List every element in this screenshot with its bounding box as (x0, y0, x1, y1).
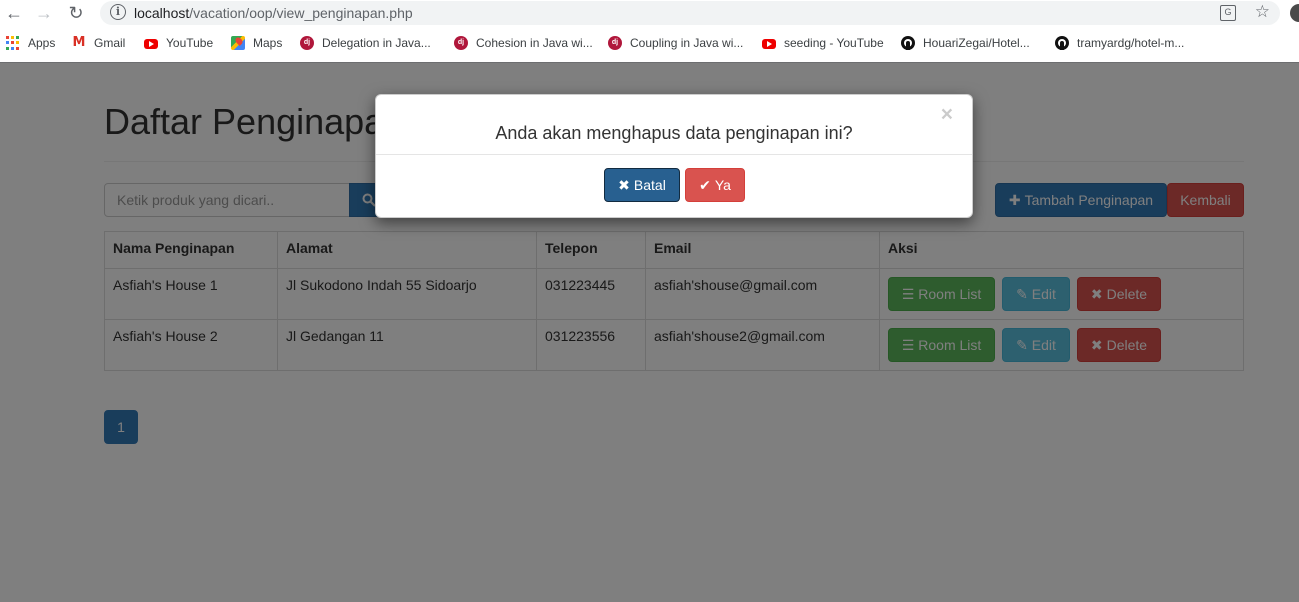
modal-title: Anda akan menghapus data penginapan ini? (495, 123, 853, 143)
bookmark-delegation[interactable]: dj Delegation in Java... (300, 36, 431, 50)
bookmark-seeding[interactable]: seeding - YouTube (762, 36, 884, 50)
delete-confirm-modal: × Anda akan menghapus data penginapan in… (375, 94, 973, 218)
forward-arrow-icon[interactable]: → (34, 3, 54, 23)
maps-icon (231, 36, 245, 50)
bookmark-tramyardg[interactable]: tramyardg/hotel-m... (1055, 36, 1184, 50)
github-icon (1055, 36, 1069, 50)
cancel-button[interactable]: ✖ Batal (604, 168, 680, 202)
modal-divider (376, 154, 972, 155)
bookmark-cohesion[interactable]: dj Cohesion in Java wi... (454, 36, 593, 50)
confirm-button[interactable]: ✔ Ya (685, 168, 745, 202)
bookmarks-bar: Apps M Gmail YouTube Maps dj Delegation … (0, 30, 1299, 58)
remove-icon: ✖ (618, 178, 630, 194)
bookmark-label: seeding - YouTube (784, 36, 884, 50)
reload-icon[interactable]: ↻ (66, 3, 86, 23)
django-icon: dj (454, 36, 468, 50)
bookmark-label: Apps (28, 36, 56, 50)
bookmark-label: YouTube (166, 36, 214, 50)
bookmark-label: Coupling in Java wi... (630, 36, 744, 50)
bookmark-youtube[interactable]: YouTube (144, 36, 213, 50)
bookmark-label: Maps (253, 36, 283, 50)
bookmark-gmail[interactable]: M Gmail (72, 35, 126, 51)
bookmark-label: HouariZegai/Hotel... (923, 36, 1030, 50)
address-bar[interactable]: i localhost/vacation/oop/view_penginapan… (100, 1, 1280, 25)
check-icon: ✔ (699, 178, 711, 194)
url-path: /vacation/oop/view_penginapan.php (189, 5, 413, 21)
cancel-label: Batal (633, 177, 666, 193)
url-text[interactable]: localhost/vacation/oop/view_penginapan.p… (134, 5, 413, 21)
github-icon (901, 36, 915, 50)
youtube-icon (144, 39, 158, 49)
url-host: localhost (134, 5, 190, 21)
browser-toolbar: ← → ↻ i localhost/vacation/oop/view_peng… (0, 0, 1299, 26)
bookmark-apps[interactable]: Apps (6, 36, 55, 50)
apps-icon (6, 36, 20, 50)
bookmark-maps[interactable]: Maps (231, 36, 282, 50)
bookmark-label: Delegation in Java... (322, 36, 431, 50)
bookmark-coupling[interactable]: dj Coupling in Java wi... (608, 36, 743, 50)
back-arrow-icon[interactable]: ← (4, 3, 24, 23)
translate-icon[interactable]: G (1220, 5, 1236, 21)
bookmark-label: Cohesion in Java wi... (476, 36, 593, 50)
info-icon[interactable]: i (110, 4, 126, 20)
youtube-icon (762, 39, 776, 49)
bookmark-star-icon[interactable]: ☆ (1255, 2, 1270, 22)
bookmark-label: tramyardg/hotel-m... (1077, 36, 1185, 50)
bookmark-label: Gmail (94, 36, 126, 50)
bookmark-houarizegai[interactable]: HouariZegai/Hotel... (901, 36, 1030, 50)
django-icon: dj (608, 36, 622, 50)
confirm-label: Ya (714, 177, 731, 193)
gmail-icon: M (72, 35, 86, 50)
profile-avatar[interactable] (1290, 4, 1299, 22)
django-icon: dj (300, 36, 314, 50)
close-icon[interactable]: × (941, 104, 953, 125)
